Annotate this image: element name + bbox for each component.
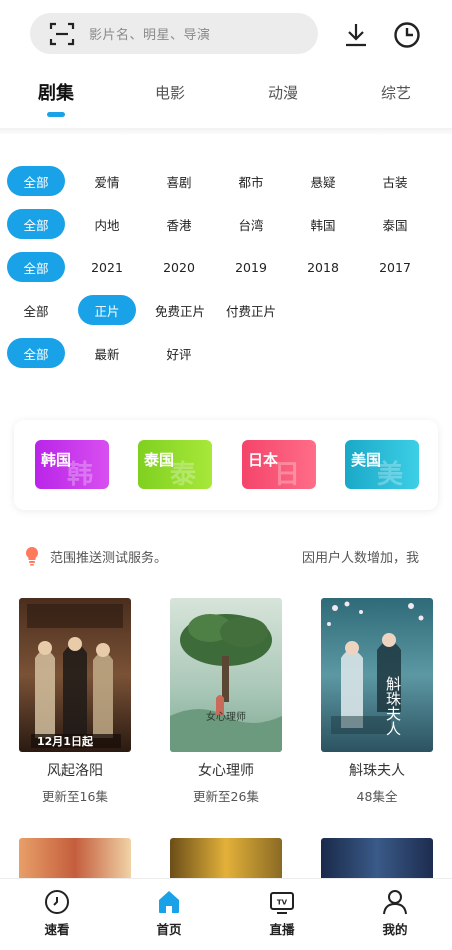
region-korea-button[interactable]: 韩 韩国 [35,440,109,489]
top-bar: 影片名、明星、导演 [0,0,452,68]
poster-card[interactable]: 斛珠夫人 斛珠夫人 48集全 [321,598,433,805]
nav-home[interactable]: 首页 [139,889,199,938]
poster-image: 斛珠夫人 [321,598,433,752]
chip-genre[interactable]: 古装 [366,166,424,196]
filter-year: 全部 2021 2020 2019 2018 2017 [0,252,452,286]
chip-year[interactable]: 2020 [150,252,208,282]
filter-sort: 全部 最新 好评 [0,338,452,372]
bottom-nav: 速看 首页 TV 直播 我的 [0,878,452,950]
clock-icon [45,890,69,914]
chip-region-all[interactable]: 全部 [7,209,65,239]
chip-region[interactable]: 香港 [150,209,208,239]
region-label: 韩国 [41,451,72,469]
tab-indicator [47,112,65,117]
tab-variety[interactable]: 综艺 [366,72,426,112]
tab-anime[interactable]: 动漫 [253,72,313,112]
region-label: 泰国 [144,451,175,469]
nav-label: 首页 [156,922,182,937]
region-label: 日本 [248,451,279,469]
download-icon [346,24,366,47]
poster-status: 更新至26集 [193,789,259,804]
chip-sort-all[interactable]: 全部 [7,338,65,368]
chip-pay[interactable]: 付费正片 [217,295,285,325]
chip-genre[interactable]: 爱情 [78,166,136,196]
chip-genre[interactable]: 悬疑 [294,166,352,196]
search-bar[interactable]: 影片名、明星、导演 [30,13,318,54]
poster-status: 更新至16集 [42,789,108,804]
chip-pay-full[interactable]: 正片 [78,295,136,325]
nav-label: 直播 [269,922,295,937]
region-usa-button[interactable]: 美 美国 [345,440,419,489]
chip-year[interactable]: 2021 [78,252,136,282]
poster-status: 48集全 [356,789,398,804]
region-label: 美国 [351,451,382,469]
lightbulb-icon [25,546,39,566]
tab-movies[interactable]: 电影 [140,72,200,112]
poster-image [170,838,282,878]
region-thailand-button[interactable]: 泰 泰国 [138,440,212,489]
chip-sort[interactable]: 最新 [78,338,136,368]
download-button[interactable] [341,20,371,50]
user-icon [383,890,407,915]
poster-image [19,838,131,878]
tab-series[interactable]: 剧集 [26,72,86,112]
poster-title: 女心理师 [198,763,254,779]
filter-region: 全部 内地 香港 台湾 韩国 泰国 [0,209,452,243]
nav-label: 我的 [382,922,408,937]
filter-pay: 全部 正片 免费正片 付费正片 [0,295,452,329]
chip-region[interactable]: 韩国 [294,209,352,239]
divider [0,128,452,134]
chip-year[interactable]: 2018 [294,252,352,282]
poster-card[interactable] [170,838,282,878]
nav-quick-watch[interactable]: 速看 [27,889,87,938]
nav-label: 速看 [44,922,70,937]
svg-text:TV: TV [277,899,288,907]
poster-card[interactable] [321,838,433,878]
poster-title: 风起洛阳 [47,763,103,779]
search-placeholder: 影片名、明星、导演 [89,28,211,43]
poster-title: 斛珠夫人 [349,763,405,779]
chip-sort[interactable]: 好评 [150,338,208,368]
nav-profile[interactable]: 我的 [365,889,425,938]
chip-region[interactable]: 泰国 [366,209,424,239]
poster-card[interactable]: 12月1日起 风起洛阳 更新至16集 [19,598,131,805]
tv-icon: TV [270,892,294,914]
chip-region[interactable]: 内地 [78,209,136,239]
filter-genre: 全部 爱情 喜剧 都市 悬疑 古装 [0,166,452,200]
history-button[interactable] [392,20,422,50]
chip-year[interactable]: 2019 [222,252,280,282]
chip-genre-all[interactable]: 全部 [7,166,65,196]
poster-caption: 斛珠夫人 [384,676,402,736]
region-card: 韩 韩国 泰 泰国 日 日本 美 美国 [14,420,438,510]
poster-image: 女心理师 [170,598,282,752]
notice-text: 范围推送测试服务。 [50,551,168,566]
chip-pay[interactable]: 免费正片 [146,295,214,325]
poster-card[interactable] [19,838,131,878]
chip-pay-all[interactable]: 全部 [7,295,65,325]
home-icon [159,891,179,913]
chip-year[interactable]: 2017 [366,252,424,282]
notice-text: 因用户人数增加，我 [302,551,420,566]
chip-year-all[interactable]: 全部 [7,252,65,282]
poster-image [321,838,433,878]
region-japan-button[interactable]: 日 日本 [242,440,316,489]
poster-image: 12月1日起 [19,598,131,752]
chip-genre[interactable]: 喜剧 [150,166,208,196]
poster-caption: 女心理师 [206,712,246,723]
poster-caption: 12月1日起 [37,735,93,748]
category-tabs: 剧集 电影 动漫 综艺 [0,72,452,124]
chip-region[interactable]: 台湾 [222,209,280,239]
chip-genre[interactable]: 都市 [222,166,280,196]
notice-bar[interactable]: 范围推送测试服务。 因用户人数增加，我 [0,538,452,572]
scan-icon[interactable] [49,21,75,47]
poster-card[interactable]: 女心理师 女心理师 更新至26集 [170,598,282,805]
nav-live[interactable]: TV 直播 [252,889,312,938]
clock-icon [394,22,420,48]
